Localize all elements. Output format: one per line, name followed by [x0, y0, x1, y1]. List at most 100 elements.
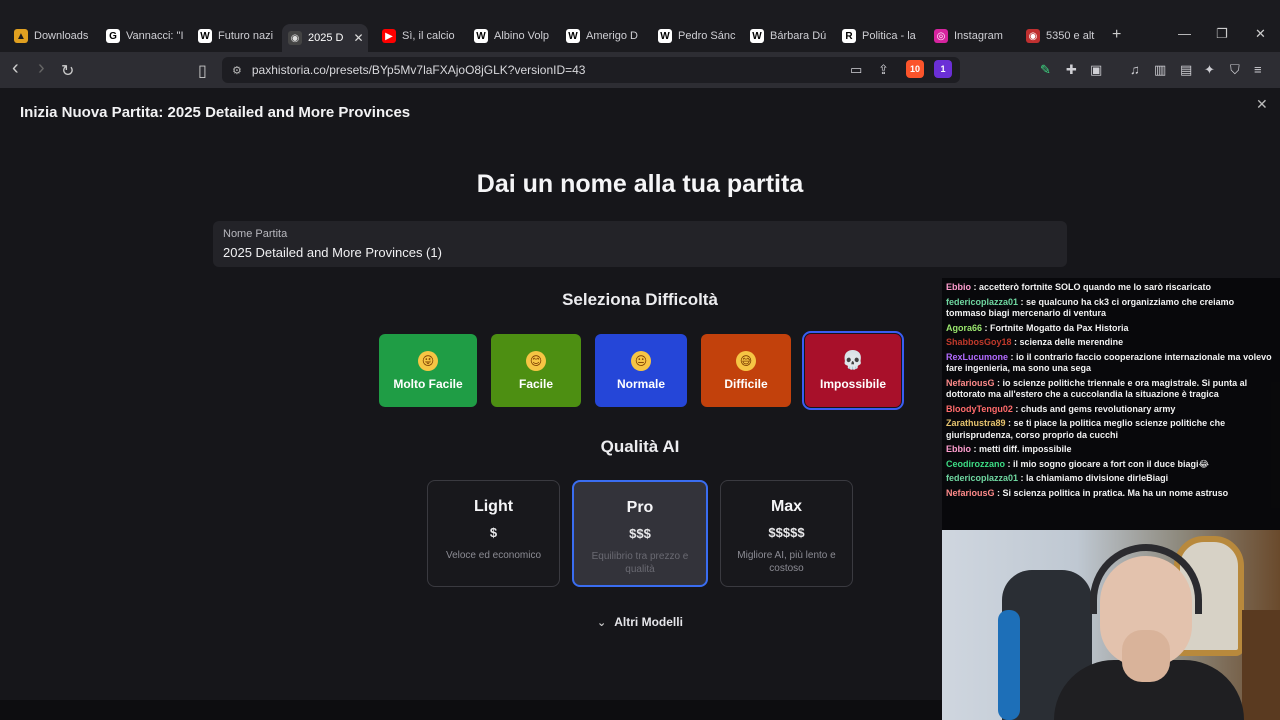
extensions-icon[interactable]: ✚ [1066, 62, 1077, 78]
menu-icon[interactable]: ≡ [1254, 62, 1262, 77]
minimize-button[interactable]: — [1178, 26, 1191, 41]
difficulty-button[interactable]: 💀 Impossibile [802, 331, 904, 410]
browser-tab[interactable]: ◉ 5350 e alt [1020, 24, 1106, 48]
chat-message: NefariousG : Si scienza politica in prat… [946, 488, 1276, 500]
tab-favicon-icon: W [198, 29, 212, 43]
tab-close-icon[interactable]: ✕ [353, 31, 363, 45]
browser-tab[interactable]: W Futuro nazi [192, 24, 278, 48]
wallet-icon[interactable]: ▤ [1180, 62, 1192, 78]
more-models-label: Altri Modelli [614, 615, 683, 629]
tab-label: Instagram [954, 30, 1003, 42]
chat-message: federicoplazza01 : la chiamiamo division… [946, 473, 1276, 485]
chat-message: Zarathustra89 : se ti piace la politica … [946, 418, 1276, 441]
difficulty-button[interactable]: 😊 Facile [491, 334, 581, 407]
chat-message: federicoplazza01 : se qualcuno ha ck3 ci… [946, 297, 1276, 320]
stream-chat-overlay: Ebbio : accetterò fortnite SOLO quando m… [942, 278, 1280, 530]
brave-shields-icon[interactable]: 10 [906, 60, 924, 78]
chat-message: BloodyTengu02 : chuds and gems revolutio… [946, 404, 1276, 416]
game-name-label: Nome Partita [223, 228, 288, 240]
browser-tab[interactable]: ◉ 2025 D ✕ [282, 24, 368, 52]
game-name-input[interactable] [223, 243, 1043, 261]
tab-favicon-icon: R [842, 29, 856, 43]
vpn-icon[interactable]: ⛉ [1230, 62, 1240, 78]
emoji-face-icon: 😐 [631, 350, 651, 371]
chat-username: Zarathustra89 [946, 418, 1006, 428]
tab-label: Politica - la [862, 30, 916, 42]
emoji-face-icon: 😊 [526, 350, 546, 371]
back-button[interactable]: ‹ [12, 57, 19, 80]
reload-button[interactable]: ↻ [61, 61, 74, 81]
browser-tab[interactable]: W Amerigo D [560, 24, 646, 48]
ai-option-price: $$$$$ [768, 525, 805, 540]
close-icon[interactable]: ✕ [1256, 96, 1268, 113]
chat-username: BloodyTengu02 [946, 403, 1013, 414]
ai-option-title: Max [770, 498, 803, 515]
chat-text: : la chiamiamo divisione dirleBiagi [1018, 473, 1169, 483]
chat-message: NefariousG : io scienze politiche trienn… [946, 378, 1276, 401]
bottom-strip [0, 700, 942, 720]
pen-extension-icon[interactable]: ✎ [1040, 62, 1051, 78]
tab-favicon-icon: ◎ [934, 29, 948, 43]
webcam-feed [942, 530, 1280, 720]
tab-label: Sì, il calcio [402, 30, 455, 42]
browser-tab-strip: ▲ Downloads G Vannacci: "I W Futuro nazi ◉ 2025… [0, 0, 1280, 52]
tab-label: Bárbara Dú [770, 30, 827, 42]
leo-icon[interactable]: ✦ [1204, 62, 1215, 78]
tab-favicon-icon: ◉ [288, 31, 302, 45]
difficulty-button[interactable]: 😅 Difficile [701, 334, 791, 407]
skull-icon: 💀 [841, 350, 865, 370]
browser-tab[interactable]: ▲ Downloads [8, 24, 94, 48]
chat-username: Agora66 [946, 322, 983, 333]
difficulty-button[interactable]: 😜 Molto Facile [379, 334, 477, 407]
ai-quality-option[interactable]: Pro $$$ Equilibrio tra prezzo e qualità [572, 480, 708, 587]
difficulty-label: Normale [616, 376, 666, 391]
browser-tab[interactable]: W Albino Volp [468, 24, 554, 48]
chevron-down-icon: ⌄ [597, 617, 607, 629]
tab-favicon-icon: W [750, 29, 764, 43]
tab-label: Pedro Sánc [678, 30, 736, 42]
capture-icon[interactable]: ▣ [1090, 62, 1102, 78]
site-settings-icon[interactable]: ⚙ [232, 64, 242, 77]
ai-option-price: $$$ [629, 526, 651, 541]
window-close-button[interactable]: ✕ [1255, 26, 1266, 42]
chat-username: NefariousG [946, 377, 995, 388]
chat-message: Agora66 : Fortnite Mogatto da Pax Histor… [946, 323, 1276, 335]
brave-rewards-icon[interactable]: 1 [934, 60, 952, 78]
share-icon[interactable]: ⇪ [878, 62, 889, 78]
tab-favicon-icon: ◉ [1026, 29, 1040, 43]
browser-tab[interactable]: ▶ Sì, il calcio [376, 24, 462, 48]
ai-quality-option[interactable]: Light $ Veloce ed economico [427, 480, 560, 587]
ai-quality-option[interactable]: Max $$$$$ Migliore AI, più lento e costoso [720, 480, 853, 587]
page-title: Inizia Nuova Partita: 2025 Detailed and … [20, 104, 411, 121]
game-name-field[interactable]: Nome Partita [213, 221, 1067, 267]
browser-tab[interactable]: ◎ Instagram [928, 24, 1014, 48]
browser-tab[interactable]: G Vannacci: "I [100, 24, 186, 48]
media-icon[interactable]: ♫ [1130, 62, 1140, 77]
tab-favicon-icon: W [566, 29, 580, 43]
sidebar-icon[interactable]: ▥ [1154, 62, 1166, 78]
chat-message: ShabbosGoy18 : scienza delle merendine [946, 337, 1276, 349]
browser-tab[interactable]: W Bárbara Dú [744, 24, 830, 48]
chat-message: Ceodirozzano : il mio sogno giocare a fo… [946, 459, 1276, 471]
forward-button[interactable]: › [38, 57, 45, 80]
restore-button[interactable]: ❐ [1216, 26, 1228, 42]
new-tab-button[interactable]: + [1112, 26, 1121, 44]
browser-tab[interactable]: W Pedro Sánc [652, 24, 738, 48]
chat-text: : il mio sogno giocare a fort con il duc… [1005, 458, 1210, 469]
chat-username: ShabbosGoy18 [946, 337, 1012, 347]
difficulty-button[interactable]: 😐 Normale [595, 334, 687, 407]
difficulty-label: Facile [518, 376, 554, 391]
browser-tab[interactable]: R Politica - la [836, 24, 922, 48]
chat-username: federicoplazza01 [946, 473, 1019, 483]
cast-icon[interactable]: ▭ [850, 62, 862, 78]
emoji-face-icon: 😅 [736, 350, 756, 371]
bookmark-icon[interactable]: ▯ [198, 61, 207, 81]
chat-text: : scienza delle merendine [1011, 337, 1124, 347]
tab-label: 5350 e alt [1046, 30, 1095, 42]
chat-username: NefariousG [946, 487, 995, 498]
address-bar: ‹ › ↻ ▯ ⚙ paxhistoria.co/presets/BYp5Mv7… [0, 52, 1280, 88]
emoji-face-icon: 😜 [418, 350, 438, 371]
chat-username: Ebbio [946, 444, 971, 454]
chat-text: : Fortnite Mogatto da Pax Historia [982, 322, 1129, 333]
tab-label: Downloads [34, 30, 89, 42]
